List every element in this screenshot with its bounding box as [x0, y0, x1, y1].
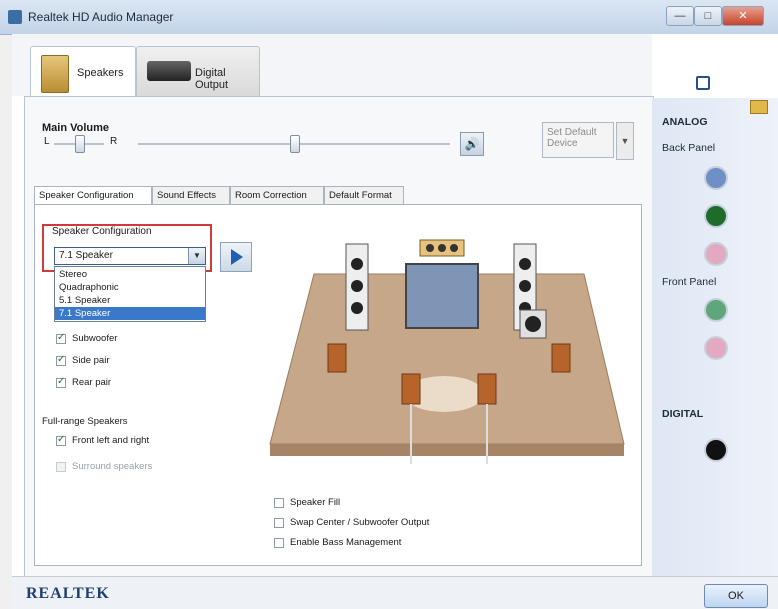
tab-sound-effects[interactable]: Sound Effects [152, 186, 230, 204]
bass-management-checkbox[interactable] [274, 538, 284, 548]
footer-bar: REALTEK i [12, 576, 778, 609]
surround-speakers-checkbox[interactable] [56, 462, 66, 472]
subwoofer-checkbox[interactable] [56, 332, 66, 344]
front-panel-jack-pink[interactable] [704, 336, 728, 360]
option-quadraphonic[interactable]: Quadraphonic [55, 281, 205, 294]
digital-label: DIGITAL [662, 408, 704, 420]
option-7-1-speaker[interactable]: 7.1 Speaker [55, 307, 205, 320]
front-left-right-label: Front left and right [72, 435, 150, 446]
tab-speakers[interactable]: Speakers [30, 46, 136, 99]
device-settings-icon[interactable] [696, 76, 710, 90]
speaker-config-select[interactable]: 7.1 Speaker ▼ [54, 247, 206, 265]
front-left-speaker-driver [351, 302, 363, 314]
balance-right-label: R [110, 136, 118, 147]
front-right-speaker-driver [519, 280, 531, 292]
center-speaker-driver [426, 244, 434, 252]
option-stereo[interactable]: Stereo [55, 268, 205, 281]
volume-slider-thumb[interactable] [290, 135, 300, 153]
side-left-speaker[interactable] [327, 343, 347, 373]
front-left-speaker-driver [351, 258, 363, 270]
play-test-button[interactable] [220, 242, 252, 272]
speaker-config-selected-value: 7.1 Speaker [59, 250, 113, 261]
back-panel-jack-blue[interactable] [704, 166, 728, 190]
digital-output-jack[interactable] [704, 438, 728, 462]
room-floor-edge [270, 444, 624, 456]
tab-speakers-label: Speakers [77, 67, 124, 79]
mute-button[interactable]: 🔊 [460, 132, 484, 156]
back-panel-jack-pink[interactable] [704, 242, 728, 266]
surround-speakers-label: Surround speakers [72, 461, 153, 472]
realtek-logo: REALTEK [26, 585, 110, 602]
tab-speaker-configuration[interactable]: Speaker Configuration [34, 186, 152, 205]
front-panel-label: Front Panel [662, 276, 717, 288]
realtek-app-icon [8, 10, 22, 24]
maximize-button[interactable]: □ [694, 6, 722, 26]
window-title: Realtek HD Audio Manager [28, 10, 174, 24]
subwoofer-driver [525, 316, 541, 332]
tab-room-correction[interactable]: Room Correction [230, 186, 324, 204]
option-5-1-speaker[interactable]: 5.1 Speaker [55, 294, 205, 307]
side-pair-checkbox[interactable] [56, 354, 66, 366]
play-icon [231, 249, 243, 265]
speaker-fill-label: Speaker Fill [290, 497, 341, 508]
speaker-room-visualization [269, 239, 625, 464]
rear-pair-label: Rear pair [72, 377, 112, 388]
speaker-fill-checkbox[interactable] [274, 498, 284, 508]
tv-screen [405, 263, 479, 329]
analog-label: ANALOG [662, 116, 708, 128]
side-pair-label: Side pair [72, 355, 110, 366]
swap-center-subwoofer-label: Swap Center / Subwoofer Output [290, 517, 430, 528]
back-panel-jack-green[interactable] [704, 204, 728, 228]
rear-left-speaker[interactable] [401, 373, 421, 405]
back-panel-label: Back Panel [662, 142, 716, 154]
set-default-device-button[interactable]: Set Default Device [542, 122, 614, 158]
balance-slider-thumb[interactable] [75, 135, 85, 153]
optical-output-icon [147, 61, 191, 81]
full-range-speakers-label: Full-range Speakers [42, 416, 128, 427]
front-left-speaker-driver [351, 280, 363, 292]
connector-panel: ANALOG Back Panel Front Panel DIGITAL [652, 76, 778, 578]
rear-right-speaker[interactable] [477, 373, 497, 405]
close-button[interactable]: ✕ [722, 6, 764, 26]
center-speaker-driver [438, 244, 446, 252]
balance-left-label: L [44, 136, 50, 147]
main-volume-label: Main Volume [42, 122, 110, 134]
title-bar: Realtek HD Audio Manager — □ ✕ [0, 0, 778, 35]
speaker-cabinet-icon [41, 55, 69, 93]
swap-center-subwoofer-checkbox[interactable] [274, 518, 284, 528]
center-speaker-driver [450, 244, 458, 252]
side-right-speaker[interactable] [551, 343, 571, 373]
set-default-dropdown-arrow[interactable]: ▼ [616, 122, 634, 160]
rear-pair-checkbox[interactable] [56, 376, 66, 388]
tab-default-format[interactable]: Default Format [324, 186, 404, 204]
subwoofer-label: Subwoofer [72, 333, 118, 344]
chevron-down-icon[interactable]: ▼ [188, 248, 205, 264]
minimize-button[interactable]: — [666, 6, 694, 26]
speaker-volume-icon: 🔊 [464, 137, 480, 151]
front-right-speaker-driver [519, 258, 531, 270]
tab-digital-output[interactable]: Digital Output [136, 46, 260, 99]
front-panel-jack-green[interactable] [704, 298, 728, 322]
speaker-config-label: Speaker Configuration [52, 226, 152, 237]
speaker-config-dropdown-list: Stereo Quadraphonic 5.1 Speaker 7.1 Spea… [54, 266, 206, 322]
front-left-right-checkbox[interactable] [56, 434, 66, 446]
tab-digital-output-label: Digital Output [195, 67, 229, 91]
main-client-area: Speakers Digital Output Main Volume L R … [12, 34, 778, 609]
ok-button[interactable]: OK [704, 584, 768, 608]
folder-icon[interactable] [750, 100, 768, 114]
bass-management-label: Enable Bass Management [290, 537, 402, 548]
